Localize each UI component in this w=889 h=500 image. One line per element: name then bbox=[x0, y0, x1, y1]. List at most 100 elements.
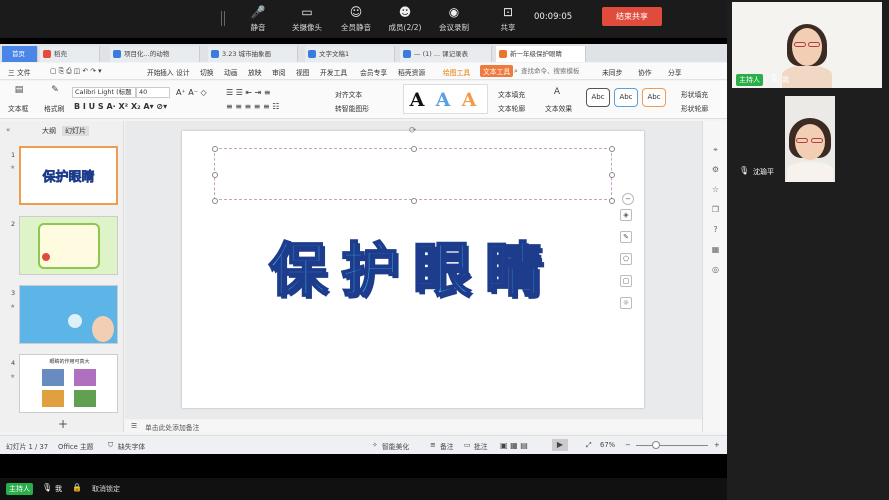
mute-all-button[interactable]: ☺ 全员静音 bbox=[334, 3, 378, 35]
view-mode-buttons[interactable]: ▣ ▦ ▤ bbox=[500, 441, 528, 450]
copy-icon[interactable]: ❐ bbox=[710, 205, 721, 216]
menu-text-tools[interactable]: 文本工具 bbox=[480, 65, 514, 77]
settings-icon[interactable]: ⚙ bbox=[710, 165, 721, 176]
camera-button[interactable]: ▭ 关摄像头 bbox=[285, 3, 329, 35]
bulb-icon[interactable]: ☼ bbox=[620, 297, 632, 309]
end-share-button[interactable]: 结束共享 bbox=[602, 7, 662, 26]
tab-docer[interactable]: 稻壳 bbox=[40, 46, 100, 62]
resize-handle[interactable] bbox=[212, 172, 218, 178]
missing-font-button[interactable]: 缺失字体 bbox=[118, 441, 145, 451]
zoom-slider[interactable] bbox=[636, 445, 708, 446]
tab-outline[interactable]: 大纲 bbox=[42, 126, 56, 136]
location-icon[interactable]: ◎ bbox=[710, 265, 721, 276]
resize-handle[interactable] bbox=[411, 198, 417, 204]
mute-button[interactable]: 🎤 静音 bbox=[236, 3, 280, 35]
font-size-tools[interactable]: A⁺ A⁻ ◇ bbox=[176, 88, 207, 97]
share-button[interactable]: ⊡ 共享 bbox=[486, 3, 530, 35]
resize-handle[interactable] bbox=[609, 146, 615, 152]
zoom-in-button[interactable]: + bbox=[714, 441, 720, 449]
align-text-button[interactable]: 对齐文本 bbox=[335, 89, 362, 99]
play-button[interactable]: ▶ bbox=[552, 439, 568, 451]
textbox-button[interactable]: 文本框 bbox=[8, 103, 28, 113]
menu-insert[interactable]: 插入 bbox=[160, 67, 174, 77]
video-tile-participant[interactable] bbox=[785, 96, 835, 182]
layers-icon[interactable]: ◈ bbox=[620, 209, 632, 221]
wordart-style-blue[interactable]: A bbox=[432, 89, 454, 111]
sync-status[interactable]: 未同步 bbox=[602, 67, 622, 77]
microphone-icon[interactable]: 🎙 bbox=[42, 483, 52, 492]
star-icon[interactable]: ☆ bbox=[710, 185, 721, 196]
wordart-style-black[interactable]: A bbox=[406, 89, 428, 111]
text-fill-button[interactable]: 文本填充 bbox=[498, 89, 525, 99]
shape-style-2[interactable]: Abc bbox=[614, 88, 638, 107]
shape-style-3[interactable]: Abc bbox=[642, 88, 666, 107]
shape-outline-button[interactable]: 形状轮廓 bbox=[681, 103, 708, 113]
menu-slideshow[interactable]: 放映 bbox=[248, 67, 262, 77]
frame-icon[interactable]: ▢ bbox=[620, 275, 632, 287]
current-slide[interactable]: ⟳ 保护眼睛 bbox=[182, 126, 644, 408]
collapse-panel-icon[interactable]: « bbox=[6, 126, 10, 134]
list-tools[interactable]: ☰ ☰ ⇤ ⇥ ≡ bbox=[226, 88, 271, 97]
resize-handle[interactable] bbox=[212, 198, 218, 204]
menu-file[interactable]: 三 文件 bbox=[8, 67, 31, 77]
pin-icon[interactable]: ⌖ bbox=[710, 145, 721, 156]
fit-icon[interactable]: ⤢ bbox=[586, 441, 591, 450]
smart-beautify-button[interactable]: 智能美化 bbox=[382, 441, 409, 451]
resize-handle[interactable] bbox=[212, 146, 218, 152]
video-tile-host[interactable]: 主持人 🎙 我 bbox=[732, 2, 882, 88]
shape-style-1[interactable]: Abc bbox=[586, 88, 610, 107]
slide-title-wordart[interactable]: 保护眼睛 bbox=[182, 223, 644, 307]
tab-active-presentation[interactable]: 新一年级保护眼睛 bbox=[496, 46, 586, 62]
grid-icon[interactable]: ▦ bbox=[710, 245, 721, 256]
menu-transition[interactable]: 切换 bbox=[200, 67, 214, 77]
menu-review[interactable]: 审阅 bbox=[272, 67, 286, 77]
font-name-select[interactable]: Calibri Light (标题 bbox=[72, 87, 136, 98]
menu-member[interactable]: 会员专享 bbox=[360, 67, 387, 77]
notes-toggle-button[interactable]: 备注 bbox=[440, 441, 454, 451]
resize-handle[interactable] bbox=[609, 198, 615, 204]
wordart-style-orange[interactable]: A bbox=[458, 89, 480, 111]
help-icon[interactable]: ? bbox=[710, 225, 721, 236]
tab-doc-city[interactable]: 3.23 城市抽象画 bbox=[208, 46, 298, 62]
text-effect-button[interactable]: 文本效果 bbox=[545, 103, 572, 113]
font-style-tools[interactable]: B I U S A· X² X₂ A▾ ⊘▾ bbox=[74, 102, 167, 111]
selected-textbox[interactable] bbox=[212, 146, 615, 204]
format-brush-button[interactable]: 格式刷 bbox=[44, 103, 64, 113]
theme-name[interactable]: Office 主题 bbox=[58, 441, 94, 451]
align-tools[interactable]: ≡ ≡ ≡ ≡ ≡ ☷ bbox=[226, 102, 279, 111]
font-size-select[interactable]: 40 bbox=[136, 87, 170, 98]
tab-doc-record[interactable]: — (1) ... 课记录表 bbox=[400, 46, 492, 62]
slide-thumb-4[interactable]: 眼睛的作用可真大 bbox=[19, 354, 118, 413]
comments-button[interactable]: 批注 bbox=[474, 441, 488, 451]
resize-handle[interactable] bbox=[411, 146, 417, 152]
menu-draw-tools[interactable]: 绘图工具 bbox=[443, 67, 470, 77]
text-outline-button[interactable]: 文本轮廓 bbox=[498, 103, 525, 113]
shape-fill-button[interactable]: 形状填充 bbox=[681, 89, 708, 99]
menu-resources[interactable]: 稻壳资源 bbox=[398, 67, 425, 77]
unlock-button[interactable]: 取消锁定 bbox=[92, 484, 120, 494]
share-doc-button[interactable]: 分享 bbox=[668, 67, 682, 77]
zoom-out-button[interactable]: − bbox=[625, 441, 631, 449]
shape-icon[interactable]: ⬠ bbox=[620, 253, 632, 265]
resize-handle[interactable] bbox=[609, 172, 615, 178]
menu-developer[interactable]: 开发工具 bbox=[320, 67, 347, 77]
tab-doc-text1[interactable]: 文字文稿1 bbox=[305, 46, 395, 62]
menu-start[interactable]: 开始 bbox=[147, 67, 161, 77]
menu-design[interactable]: 设计 bbox=[176, 67, 190, 77]
slide-thumb-3[interactable] bbox=[19, 285, 118, 344]
tab-home[interactable]: 首页 bbox=[2, 46, 38, 62]
zoom-level[interactable]: 67% bbox=[600, 441, 615, 449]
notes-bar[interactable]: ☰ 单击此处添加备注 bbox=[125, 420, 702, 432]
smart-shape-button[interactable]: 转智能图形 bbox=[335, 103, 369, 113]
tab-slides[interactable]: 幻灯片 bbox=[62, 126, 89, 136]
zoom-slider-thumb[interactable] bbox=[652, 441, 660, 449]
members-button[interactable]: ☻ 成员(2/2) bbox=[383, 3, 427, 35]
record-button[interactable]: ◉ 会议录制 bbox=[432, 3, 476, 35]
pen-icon[interactable]: ✎ bbox=[620, 231, 632, 243]
slide-thumb-2[interactable] bbox=[19, 216, 118, 275]
collapse-icon[interactable]: − bbox=[622, 193, 634, 205]
menu-animation[interactable]: 动画 bbox=[224, 67, 238, 77]
tab-doc-animals[interactable]: 项目化...的动物 bbox=[110, 46, 200, 62]
drag-handle[interactable] bbox=[221, 11, 225, 26]
collaborate-button[interactable]: 协作 bbox=[638, 67, 652, 77]
